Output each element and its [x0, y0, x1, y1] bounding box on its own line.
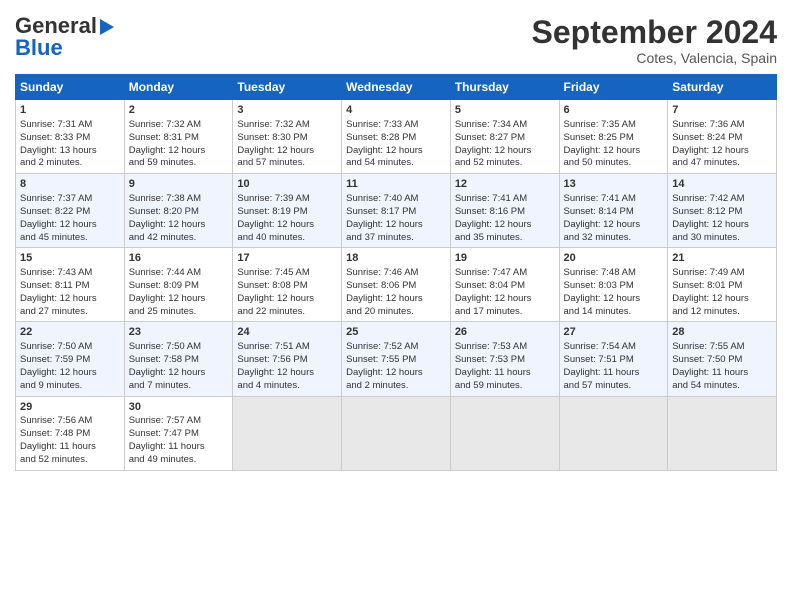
calendar-cell — [342, 396, 451, 470]
day-number: 27 — [564, 325, 664, 340]
calendar-cell: 18Sunrise: 7:46 AMSunset: 8:06 PMDayligh… — [342, 248, 451, 322]
calendar-cell: 26Sunrise: 7:53 AMSunset: 7:53 PMDayligh… — [450, 322, 559, 396]
day-number: 16 — [129, 251, 229, 266]
day-number: 22 — [20, 325, 120, 340]
day-number: 24 — [237, 325, 337, 340]
calendar-cell — [233, 396, 342, 470]
day-number: 1 — [20, 103, 120, 118]
day-number: 26 — [455, 325, 555, 340]
week-row-0: 1Sunrise: 7:31 AMSunset: 8:33 PMDaylight… — [16, 100, 777, 174]
day-number: 9 — [129, 177, 229, 192]
day-number: 25 — [346, 325, 446, 340]
day-number: 6 — [564, 103, 664, 118]
calendar-cell: 9Sunrise: 7:38 AMSunset: 8:20 PMDaylight… — [124, 174, 233, 248]
calendar-cell: 25Sunrise: 7:52 AMSunset: 7:55 PMDayligh… — [342, 322, 451, 396]
calendar-cell: 22Sunrise: 7:50 AMSunset: 7:59 PMDayligh… — [16, 322, 125, 396]
calendar-cell: 16Sunrise: 7:44 AMSunset: 8:09 PMDayligh… — [124, 248, 233, 322]
week-row-1: 8Sunrise: 7:37 AMSunset: 8:22 PMDaylight… — [16, 174, 777, 248]
calendar-cell: 5Sunrise: 7:34 AMSunset: 8:27 PMDaylight… — [450, 100, 559, 174]
col-header-friday: Friday — [559, 75, 668, 100]
calendar-cell: 10Sunrise: 7:39 AMSunset: 8:19 PMDayligh… — [233, 174, 342, 248]
calendar-cell: 30Sunrise: 7:57 AMSunset: 7:47 PMDayligh… — [124, 396, 233, 470]
page: General Blue September 2024 Cotes, Valen… — [0, 0, 792, 612]
calendar-cell: 15Sunrise: 7:43 AMSunset: 8:11 PMDayligh… — [16, 248, 125, 322]
day-number: 20 — [564, 251, 664, 266]
calendar-table: SundayMondayTuesdayWednesdayThursdayFrid… — [15, 74, 777, 470]
col-header-saturday: Saturday — [668, 75, 777, 100]
logo-blue: Blue — [15, 37, 63, 59]
day-number: 8 — [20, 177, 120, 192]
day-number: 4 — [346, 103, 446, 118]
day-number: 2 — [129, 103, 229, 118]
calendar-cell: 12Sunrise: 7:41 AMSunset: 8:16 PMDayligh… — [450, 174, 559, 248]
col-header-wednesday: Wednesday — [342, 75, 451, 100]
day-number: 11 — [346, 177, 446, 192]
calendar-cell: 27Sunrise: 7:54 AMSunset: 7:51 PMDayligh… — [559, 322, 668, 396]
header: General Blue September 2024 Cotes, Valen… — [15, 15, 777, 66]
day-number: 19 — [455, 251, 555, 266]
week-row-3: 22Sunrise: 7:50 AMSunset: 7:59 PMDayligh… — [16, 322, 777, 396]
week-row-2: 15Sunrise: 7:43 AMSunset: 8:11 PMDayligh… — [16, 248, 777, 322]
calendar-cell — [668, 396, 777, 470]
calendar-cell: 24Sunrise: 7:51 AMSunset: 7:56 PMDayligh… — [233, 322, 342, 396]
day-number: 3 — [237, 103, 337, 118]
title-block: September 2024 Cotes, Valencia, Spain — [532, 15, 777, 66]
calendar-cell: 13Sunrise: 7:41 AMSunset: 8:14 PMDayligh… — [559, 174, 668, 248]
header-row: SundayMondayTuesdayWednesdayThursdayFrid… — [16, 75, 777, 100]
calendar-cell: 28Sunrise: 7:55 AMSunset: 7:50 PMDayligh… — [668, 322, 777, 396]
calendar-cell: 17Sunrise: 7:45 AMSunset: 8:08 PMDayligh… — [233, 248, 342, 322]
calendar-cell: 19Sunrise: 7:47 AMSunset: 8:04 PMDayligh… — [450, 248, 559, 322]
col-header-monday: Monday — [124, 75, 233, 100]
calendar-cell: 11Sunrise: 7:40 AMSunset: 8:17 PMDayligh… — [342, 174, 451, 248]
calendar-cell — [559, 396, 668, 470]
day-number: 28 — [672, 325, 772, 340]
day-number: 7 — [672, 103, 772, 118]
calendar-cell: 20Sunrise: 7:48 AMSunset: 8:03 PMDayligh… — [559, 248, 668, 322]
calendar-cell: 23Sunrise: 7:50 AMSunset: 7:58 PMDayligh… — [124, 322, 233, 396]
col-header-sunday: Sunday — [16, 75, 125, 100]
week-row-4: 29Sunrise: 7:56 AMSunset: 7:48 PMDayligh… — [16, 396, 777, 470]
calendar-cell: 8Sunrise: 7:37 AMSunset: 8:22 PMDaylight… — [16, 174, 125, 248]
calendar-cell: 1Sunrise: 7:31 AMSunset: 8:33 PMDaylight… — [16, 100, 125, 174]
day-number: 14 — [672, 177, 772, 192]
day-number: 15 — [20, 251, 120, 266]
calendar-cell: 3Sunrise: 7:32 AMSunset: 8:30 PMDaylight… — [233, 100, 342, 174]
calendar-cell: 2Sunrise: 7:32 AMSunset: 8:31 PMDaylight… — [124, 100, 233, 174]
logo-text: General — [15, 15, 114, 37]
logo: General Blue — [15, 15, 114, 59]
calendar-cell: 7Sunrise: 7:36 AMSunset: 8:24 PMDaylight… — [668, 100, 777, 174]
day-number: 29 — [20, 400, 120, 415]
col-header-thursday: Thursday — [450, 75, 559, 100]
calendar-cell: 21Sunrise: 7:49 AMSunset: 8:01 PMDayligh… — [668, 248, 777, 322]
day-number: 5 — [455, 103, 555, 118]
day-number: 30 — [129, 400, 229, 415]
day-number: 23 — [129, 325, 229, 340]
calendar-cell: 6Sunrise: 7:35 AMSunset: 8:25 PMDaylight… — [559, 100, 668, 174]
day-number: 10 — [237, 177, 337, 192]
day-number: 21 — [672, 251, 772, 266]
calendar-cell: 14Sunrise: 7:42 AMSunset: 8:12 PMDayligh… — [668, 174, 777, 248]
day-number: 18 — [346, 251, 446, 266]
day-number: 17 — [237, 251, 337, 266]
calendar-cell: 4Sunrise: 7:33 AMSunset: 8:28 PMDaylight… — [342, 100, 451, 174]
location-subtitle: Cotes, Valencia, Spain — [532, 50, 777, 66]
month-title: September 2024 — [532, 15, 777, 50]
calendar-cell — [450, 396, 559, 470]
calendar-cell: 29Sunrise: 7:56 AMSunset: 7:48 PMDayligh… — [16, 396, 125, 470]
col-header-tuesday: Tuesday — [233, 75, 342, 100]
day-number: 13 — [564, 177, 664, 192]
day-number: 12 — [455, 177, 555, 192]
